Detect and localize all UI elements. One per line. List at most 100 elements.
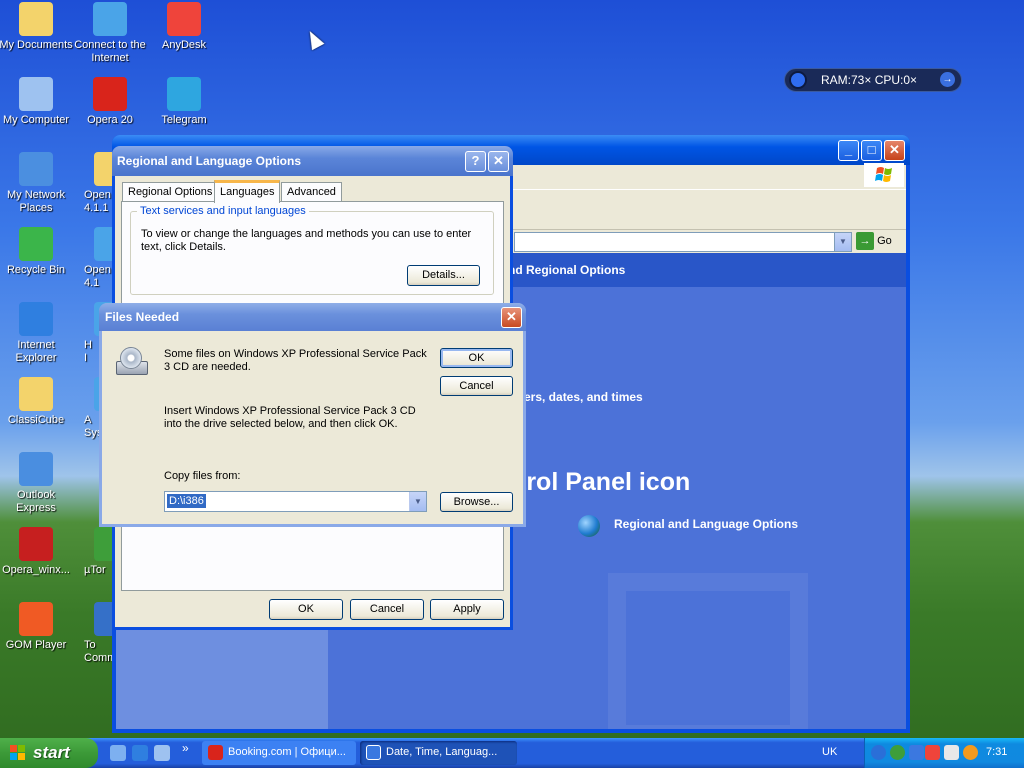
opera-icon [208,745,223,760]
taskbar-label: Booking.com | Офици... [228,746,346,758]
recycle-bin-icon [19,227,53,261]
text-services-group: Text services and input languages To vie… [130,205,494,295]
tray-app-icon[interactable] [871,745,886,760]
globe-cursor-icon [93,2,127,36]
desktop-icon-label: Open [84,264,111,276]
system-tray: 7:31 [864,738,1024,768]
desktop-icon-label: My Network Places [6,189,66,214]
desktop-icon[interactable]: GOM Player [0,602,74,652]
ie-icon[interactable] [132,745,148,761]
desktop-icon[interactable]: Internet Explorer [0,302,74,365]
utorrent-icon[interactable] [890,745,905,760]
desktop-icon[interactable]: My Computer [0,77,74,127]
network-icon[interactable] [909,745,924,760]
tab-regional-options[interactable]: Regional Options [122,182,219,202]
desktop-icon[interactable]: Opera 20 [72,77,148,127]
taskbar-button-date-time[interactable]: Date, Time, Languag... [360,741,517,765]
pick-icon-heading: trol Panel icon [518,468,691,496]
desktop-icon[interactable]: Opera_winx... [0,527,74,577]
monitor-icon [789,71,807,89]
cancel-button[interactable]: Cancel [440,376,513,396]
chevron-down-icon[interactable]: ▼ [409,492,426,511]
tab-advanced[interactable]: Advanced [281,182,342,202]
go-button[interactable]: → Go [856,232,892,252]
task-link[interactable]: ers, dates, and times [524,390,643,404]
path-value[interactable]: D:\i386 [167,494,206,508]
desktop-icon[interactable]: To Comm [84,602,114,665]
browse-button[interactable]: Browse... [440,492,513,512]
tab-languages[interactable]: Languages [214,180,281,203]
regional-dialog-titlebar[interactable]: Regional and Language Options ? ✕ [112,146,513,176]
desktop-icon[interactable]: Open 4.1.1 [84,152,114,215]
taskbar-button-booking[interactable]: Booking.com | Офици... [202,741,356,765]
app-icon [94,227,114,261]
address-field[interactable]: ▼ [514,232,852,252]
start-button[interactable]: start [0,738,98,768]
go-label: Go [877,234,892,247]
desktop-icon[interactable]: µTor [84,527,114,577]
desktop-icon[interactable]: ClassiCube [0,377,74,427]
group-label: Text services and input languages [137,205,309,217]
system-monitor-widget[interactable]: RAM:73× CPU:0× → [784,68,962,92]
close-button[interactable]: ✕ [884,140,905,161]
desktop-icon-label: AnyDesk [161,39,207,51]
go-arrow-icon: → [856,232,874,250]
clock[interactable]: 7:31 [986,746,1007,758]
files-needed-dialog: Files Needed ✕ Some files on Windows XP … [99,303,526,527]
desktop-icon-label: To [84,639,96,651]
group-description: To view or change the languages and meth… [141,228,472,253]
help-button[interactable]: ? [465,151,486,172]
network-icon [19,152,53,186]
tray-flame-icon[interactable] [963,745,978,760]
details-button[interactable]: Details... [407,265,480,286]
desktop-icon-label: Recycle Bin [6,264,66,276]
message-files-needed: Some files on Windows XP Professional Se… [164,348,427,373]
show-desktop-icon[interactable] [154,745,170,761]
quicklaunch-icon[interactable] [110,745,126,761]
close-button[interactable]: ✕ [501,307,522,328]
ok-button[interactable]: OK [269,599,343,620]
mouse-cursor-icon [303,27,325,51]
arrow-icon[interactable]: → [940,72,955,87]
cancel-button[interactable]: Cancel [350,599,424,620]
ok-button[interactable]: OK [440,348,513,368]
language-indicator[interactable]: UK [822,746,837,758]
control-panel-icon [366,745,381,760]
utorrent-icon [94,527,114,561]
desktop-icon[interactable]: My Documents [0,2,74,52]
files-needed-titlebar[interactable]: Files Needed [99,303,526,331]
desktop-icon-label: My Documents [0,39,73,51]
globe-icon[interactable] [578,515,600,537]
folder-icon [94,152,114,186]
opera-icon [93,77,127,111]
desktop-icon-label: Connect to the Internet [74,39,146,64]
dialog-title: Files Needed [105,310,180,324]
desktop-icon-label: Opera 20 [87,114,133,126]
copy-from-combobox[interactable]: D:\i386 ▼ [164,491,427,512]
close-button[interactable]: ✕ [488,151,509,172]
desktop-icon-sublabel: Comm [84,652,114,664]
maximize-button[interactable]: □ [861,140,882,161]
regional-options-link[interactable]: Regional and Language Options [614,517,798,531]
desktop-icon[interactable]: Telegram [146,77,222,127]
desktop-icon-label: Opera_winx... [2,564,70,576]
desktop-icon[interactable]: Outlook Express [0,452,74,515]
apply-button[interactable]: Apply [430,599,504,620]
desktop-icon[interactable]: My Network Places [0,152,74,215]
desktop-icon[interactable]: Open 4.1 [84,227,114,290]
desktop-icon-label: Open [84,189,111,201]
quicklaunch-chevron[interactable]: » [182,741,189,755]
telegram-icon [167,77,201,111]
desktop-icon[interactable]: AnyDesk [146,2,222,52]
desktop-icon[interactable]: Connect to the Internet [72,2,148,65]
desktop-icon[interactable]: Recycle Bin [0,227,74,277]
computer-icon [19,77,53,111]
watermark [608,573,808,729]
anydesk-icon [167,2,201,36]
desktop-icon-label: Telegram [161,114,207,126]
anydesk-icon[interactable] [925,745,940,760]
volume-icon[interactable] [944,745,959,760]
chevron-down-icon[interactable]: ▼ [834,233,851,251]
minimize-button[interactable]: _ [838,140,859,161]
desktop-icon-label: Internet Explorer [15,339,57,364]
